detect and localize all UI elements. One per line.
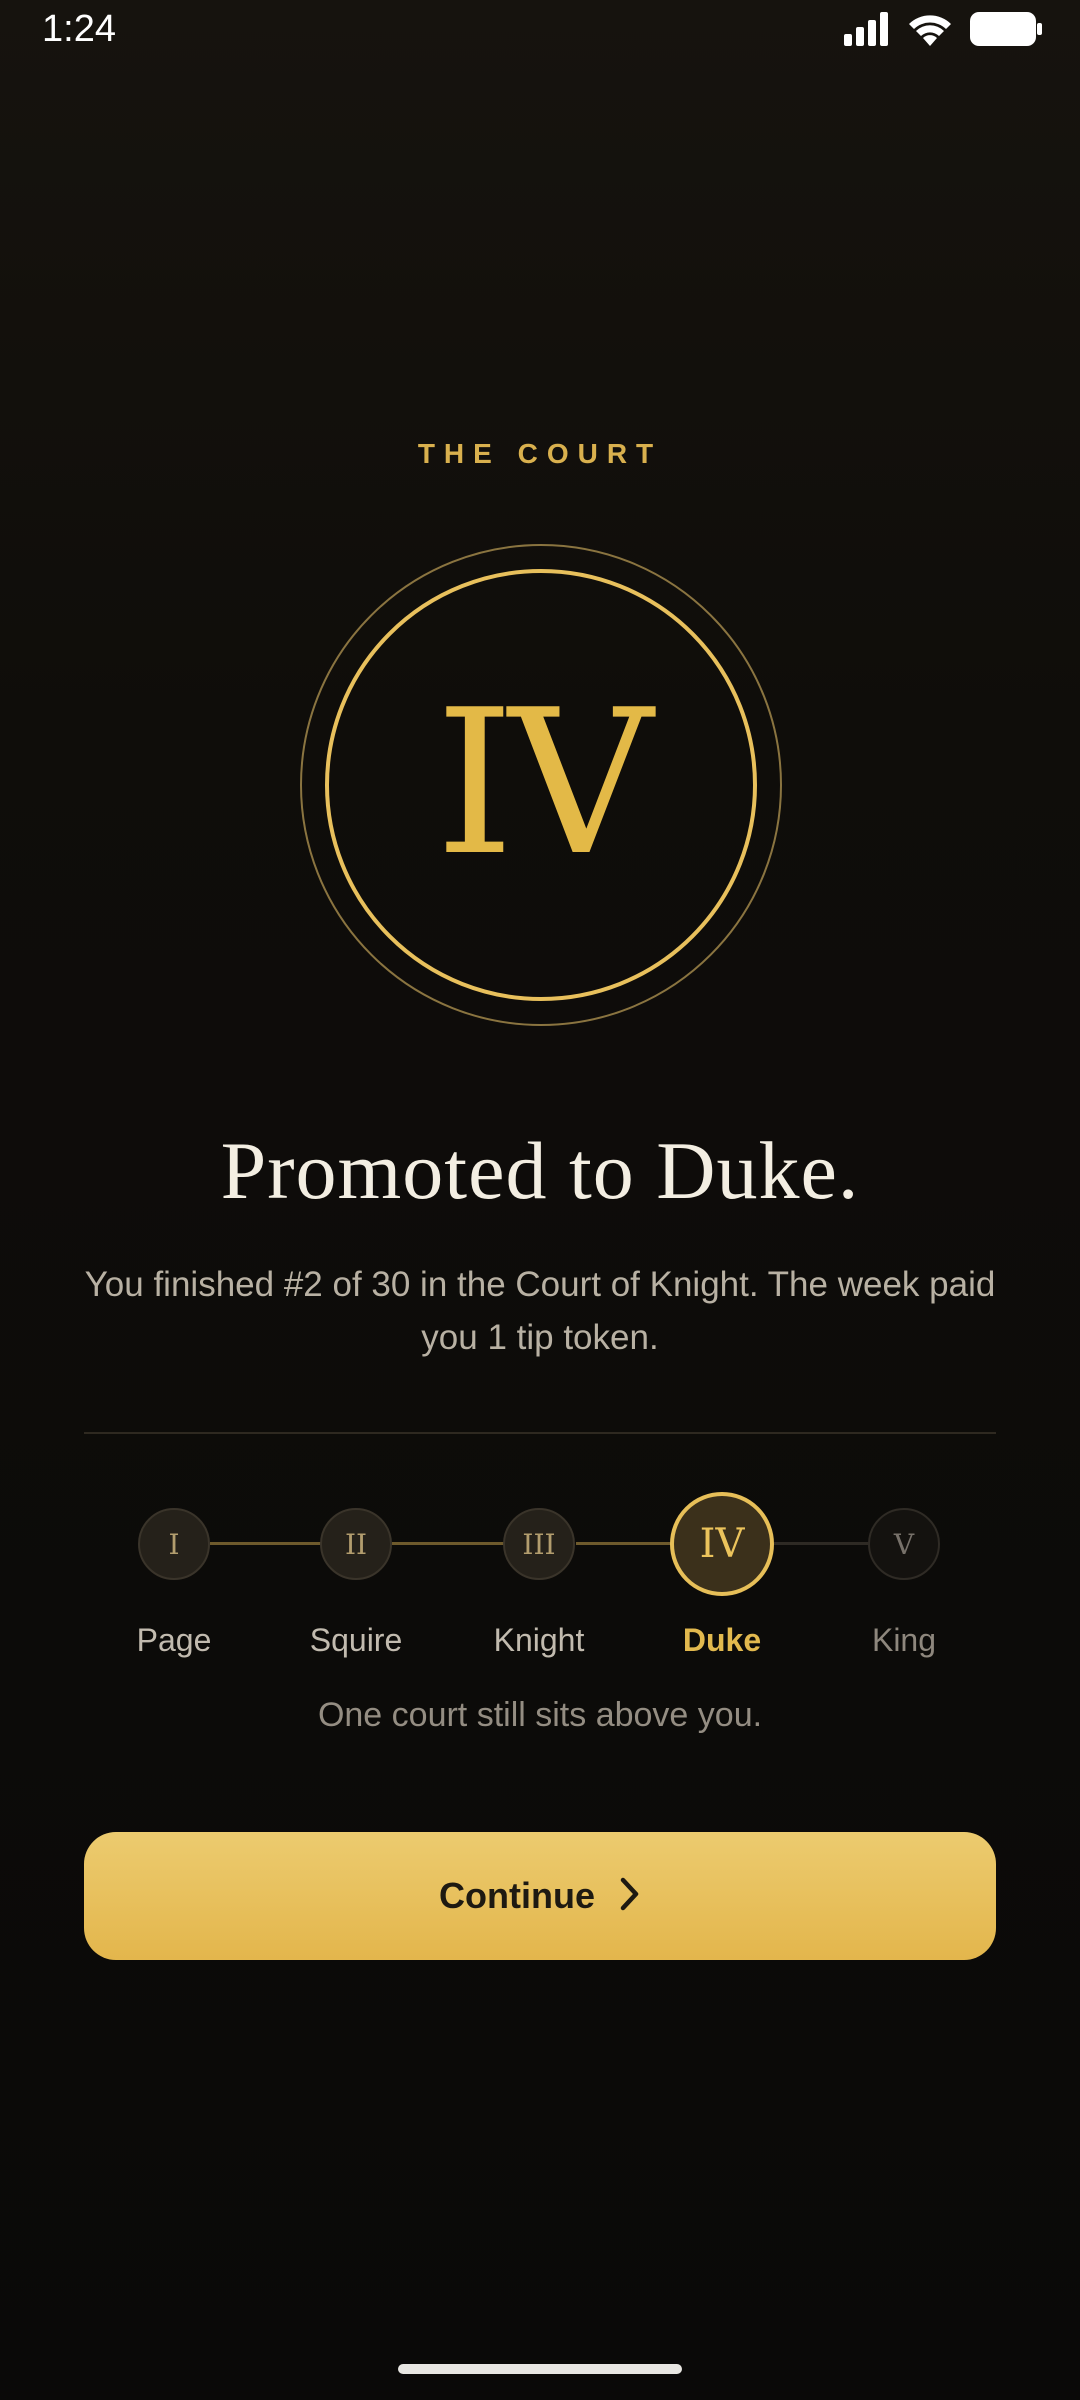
wifi-icon — [908, 12, 952, 46]
status-time: 1:24 — [42, 8, 116, 50]
track-segment — [210, 1542, 322, 1545]
rank-label-king: King — [871, 1622, 937, 1658]
signal-icon — [844, 12, 890, 46]
continue-button-label: Continue — [439, 1875, 595, 1916]
continue-button[interactable]: Continue — [84, 1832, 996, 1960]
rank-progress-track: I II III IV V Page Squire Knight Duke Ki… — [0, 1490, 1080, 1690]
page-title: Promoted to Duke. — [220, 1125, 860, 1216]
rank-label-knight: Knight — [493, 1622, 585, 1658]
home-indicator[interactable] — [398, 2364, 682, 2374]
emblem-numeral: IV — [435, 666, 652, 900]
rank-emblem: IV — [300, 544, 782, 1026]
rank-node-duke: IV — [670, 1492, 774, 1596]
battery-icon — [970, 12, 1042, 46]
status-bar: 1:24 — [0, 0, 1080, 62]
section-eyebrow: THE COURT — [417, 438, 663, 469]
track-segment — [576, 1542, 672, 1545]
rank-node-page: I — [138, 1508, 210, 1580]
rank-label-duke: Duke — [682, 1622, 762, 1658]
result-description: You finished #2 of 30 in the Court of Kn… — [84, 1265, 996, 1357]
chevron-right-icon — [619, 1877, 641, 1916]
track-segment — [774, 1542, 870, 1545]
status-icons — [844, 12, 1042, 46]
divider — [84, 1432, 996, 1434]
rank-label-squire: Squire — [309, 1622, 403, 1658]
rank-label-page: Page — [136, 1622, 212, 1658]
track-caption: One court still sits above you. — [317, 1696, 763, 1734]
rank-node-knight: III — [503, 1508, 575, 1580]
rank-node-squire: II — [320, 1508, 392, 1580]
rank-node-king: V — [868, 1508, 940, 1580]
track-segment — [392, 1542, 504, 1545]
